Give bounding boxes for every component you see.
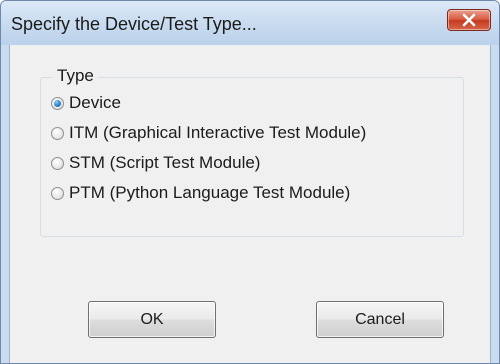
close-icon bbox=[462, 13, 476, 27]
dialog-body: Type Device ITM (Graphical Interactive T… bbox=[9, 45, 491, 363]
radio-button-icon[interactable] bbox=[51, 126, 64, 140]
radio-label-ptm[interactable]: PTM (Python Language Test Module) bbox=[69, 183, 350, 203]
close-button[interactable] bbox=[447, 9, 491, 31]
radio-label-itm[interactable]: ITM (Graphical Interactive Test Module) bbox=[69, 123, 366, 143]
title-bar[interactable]: Specify the Device/Test Type... bbox=[1, 1, 499, 45]
type-group-legend: Type bbox=[53, 66, 98, 86]
radio-option-stm[interactable]: STM (Script Test Module) bbox=[51, 150, 260, 176]
radio-button-icon[interactable] bbox=[51, 156, 64, 170]
radio-option-itm[interactable]: ITM (Graphical Interactive Test Module) bbox=[51, 120, 366, 146]
type-groupbox: Type Device ITM (Graphical Interactive T… bbox=[40, 66, 464, 237]
radio-label-device[interactable]: Device bbox=[69, 93, 121, 113]
dialog-title: Specify the Device/Test Type... bbox=[11, 14, 257, 34]
radio-option-device[interactable]: Device bbox=[51, 90, 121, 116]
ok-button[interactable]: OK bbox=[88, 301, 216, 338]
radio-label-stm[interactable]: STM (Script Test Module) bbox=[69, 153, 260, 173]
dialog-window: Specify the Device/Test Type... Type Dev… bbox=[0, 0, 500, 364]
radio-button-icon[interactable] bbox=[51, 186, 64, 200]
cancel-button[interactable]: Cancel bbox=[316, 301, 444, 338]
radio-button-checked-icon[interactable] bbox=[51, 96, 64, 110]
radio-option-ptm[interactable]: PTM (Python Language Test Module) bbox=[51, 180, 350, 206]
